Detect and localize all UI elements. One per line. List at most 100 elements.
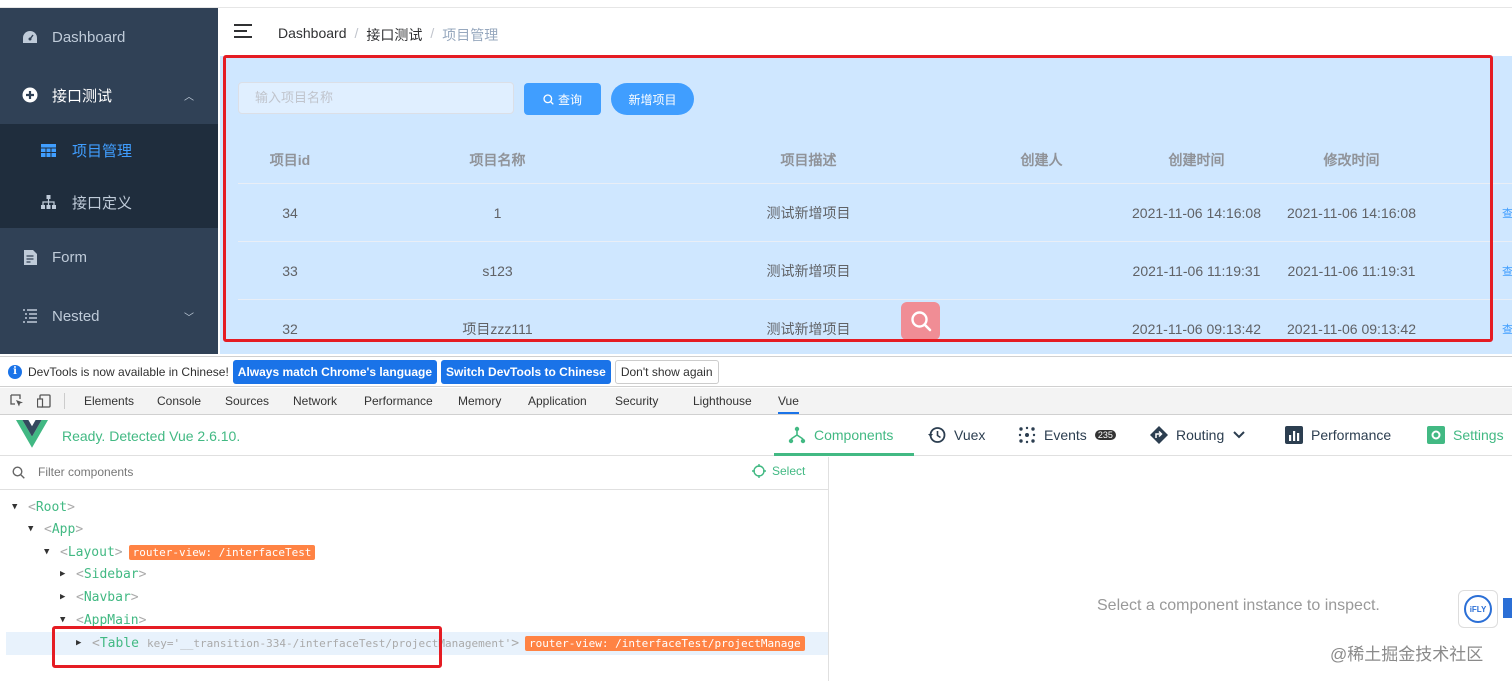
expand-triangle-icon[interactable]: ▼ — [60, 615, 68, 625]
tree-node-root[interactable]: ▼ < Root > — [12, 496, 75, 518]
inspect-placeholder: Select a component instance to inspect. — [1097, 597, 1380, 614]
sidebar-item-interface-test[interactable]: 接口测试 ︿ — [0, 66, 218, 124]
tab-application[interactable]: Application — [528, 394, 587, 408]
sidebar-item-dashboard[interactable]: Dashboard — [0, 8, 218, 66]
table-icon — [40, 142, 56, 158]
collapse-triangle-icon[interactable]: ▶ — [60, 592, 68, 602]
chevron-down-icon[interactable]: ﹀ — [184, 309, 194, 324]
router-view-badge: router-view: /interfaceTest/projectManag… — [525, 635, 805, 651]
tab-sources[interactable]: Sources — [225, 394, 269, 408]
watermark: @稀土掘金技术社区 — [1330, 645, 1484, 664]
routing-icon — [1150, 426, 1168, 444]
tree-node-layout[interactable]: ▼ < Layout > router-view: /interfaceTest — [44, 541, 316, 563]
vue-tab-vuex[interactable]: Vuex — [928, 426, 985, 444]
tree-node-navbar[interactable]: ▶ < Navbar > — [60, 586, 139, 608]
vue-tab-components[interactable]: Components — [788, 426, 893, 444]
always-match-language-button[interactable]: Always match Chrome's language — [232, 359, 438, 384]
tab-security[interactable]: Security — [615, 394, 658, 408]
extension-side-tab[interactable] — [1503, 598, 1512, 618]
sidebar-item-project-management[interactable]: 项目管理 — [0, 124, 218, 176]
sidebar-item-interface-definition[interactable]: 接口定义 — [0, 176, 218, 228]
breadcrumb-current: 项目管理 — [442, 27, 499, 43]
devtools-language-banner: i DevTools is now available in Chinese! … — [0, 356, 1512, 387]
tree-node-tag: App — [51, 521, 76, 537]
highlight-box-table-node — [52, 626, 442, 668]
breadcrumb-item[interactable]: 接口测试 — [366, 25, 422, 45]
inspect-element-icon[interactable] — [10, 394, 24, 408]
window-top-edge — [0, 0, 1512, 8]
tab-performance[interactable]: Performance — [364, 394, 433, 408]
tab-memory[interactable]: Memory — [458, 394, 501, 408]
sidebar-item-label: Form — [52, 248, 87, 266]
nested-list-icon — [22, 308, 38, 324]
ifly-logo-icon: iFLY — [1464, 595, 1492, 623]
view-link[interactable]: 查 — [1502, 242, 1512, 299]
switch-to-chinese-button[interactable]: Switch DevTools to Chinese — [441, 359, 611, 384]
tree-node-sidebar[interactable]: ▶ < Sidebar > — [60, 563, 146, 585]
ifly-extension-badge[interactable]: iFLY — [1458, 590, 1498, 628]
vue-tab-routing[interactable]: Routing — [1150, 426, 1246, 444]
breadcrumb-item[interactable]: Dashboard — [278, 25, 347, 45]
filter-components-input[interactable]: Filter components — [38, 465, 133, 479]
view-link[interactable]: 查 — [1502, 300, 1512, 358]
expand-triangle-icon[interactable]: ▼ — [12, 502, 20, 512]
vue-tab-label: Components — [814, 427, 894, 443]
active-tab-indicator — [774, 453, 914, 456]
tab-console[interactable]: Console — [157, 394, 201, 408]
vue-tab-label: Events — [1044, 427, 1087, 443]
chevron-up-icon[interactable]: ︿ — [184, 88, 194, 103]
tree-icon — [40, 194, 56, 210]
tree-node-tag: Layout — [67, 544, 115, 560]
tab-elements[interactable]: Elements — [84, 394, 134, 408]
events-icon — [1018, 426, 1036, 444]
tab-network[interactable]: Network — [293, 394, 337, 408]
components-icon — [788, 426, 806, 444]
tab-vue[interactable]: Vue — [778, 394, 799, 414]
search-icon — [12, 466, 25, 479]
router-view-badge: router-view: /interfaceTest — [128, 544, 316, 560]
expand-triangle-icon[interactable]: ▼ — [44, 547, 52, 557]
sidebar-item-form[interactable]: Form — [0, 228, 218, 286]
sidebar-item-nested[interactable]: Nested ﹀ — [0, 287, 218, 345]
breadcrumb-separator: / — [354, 25, 359, 41]
hamburger-menu-icon[interactable] — [234, 24, 252, 40]
sidebar-item-label: 接口测试 — [52, 87, 113, 105]
tree-node-tag: Navbar — [83, 589, 131, 605]
vue-tab-performance[interactable]: Performance — [1285, 426, 1391, 444]
vue-tab-settings[interactable]: Settings — [1427, 426, 1504, 444]
breadcrumb-separator: / — [430, 25, 435, 41]
bar-chart-icon — [1285, 426, 1303, 444]
device-toolbar-icon[interactable] — [37, 394, 51, 408]
sidebar-item-label: Dashboard — [52, 28, 126, 46]
select-label: Select — [772, 464, 806, 478]
expand-triangle-icon[interactable]: ▼ — [28, 524, 36, 534]
vue-tab-label: Vuex — [954, 427, 986, 443]
navbar: Dashboard / 接口测试 / 项目管理 — [218, 8, 1512, 56]
devtools-tab-bar: Elements Console Sources Network Perform… — [0, 388, 1512, 415]
events-count-badge: 235 — [1094, 430, 1116, 440]
dont-show-again-button[interactable]: Don't show again — [614, 359, 719, 384]
pane-splitter[interactable] — [828, 457, 829, 681]
sidebar-item-label: 项目管理 — [72, 142, 133, 160]
vue-tab-label: Routing — [1176, 427, 1225, 443]
tab-lighthouse[interactable]: Lighthouse — [693, 394, 752, 408]
tree-node-tag: Sidebar — [83, 566, 139, 582]
vue-tab-label: Performance — [1311, 427, 1392, 443]
vue-tab-label: Settings — [1453, 427, 1504, 443]
breadcrumb: Dashboard / 接口测试 / 项目管理 — [278, 25, 498, 45]
target-icon — [752, 464, 766, 478]
sidebar-item-label: Nested — [52, 307, 100, 325]
settings-icon — [1427, 426, 1445, 444]
tree-node-app[interactable]: ▼ < App > — [28, 518, 83, 540]
sidebar-item-label: 接口定义 — [72, 194, 133, 212]
vue-devtools-header: Ready. Detected Vue 2.6.10. Components V… — [0, 416, 1512, 456]
plus-circle-icon — [22, 87, 38, 103]
chevron-down-icon — [1233, 431, 1245, 439]
toolbar-divider — [64, 393, 65, 409]
collapse-triangle-icon[interactable]: ▶ — [60, 569, 68, 579]
view-link[interactable]: 查 — [1502, 184, 1512, 241]
banner-message: DevTools is now available in Chinese! — [28, 364, 229, 379]
history-icon — [928, 427, 946, 443]
vue-tab-events[interactable]: Events 235 — [1018, 426, 1116, 444]
select-component-button[interactable]: Select — [752, 464, 805, 478]
